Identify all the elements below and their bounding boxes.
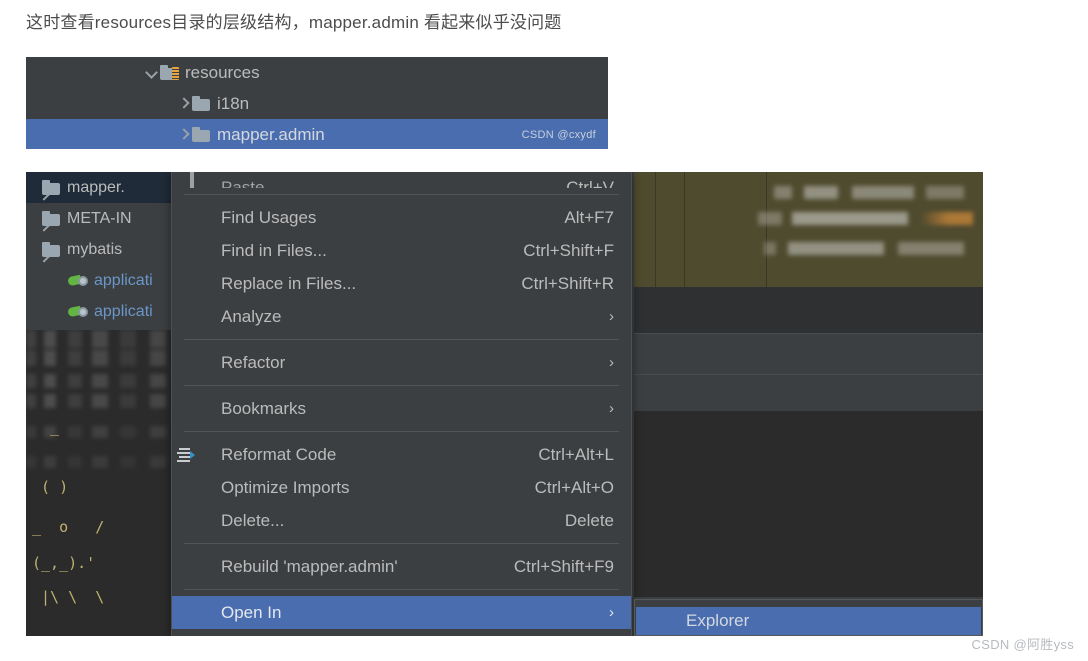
screenshot-root: 这时查看resources目录的层级结构，mapper.admin 看起来似乎没… — [0, 0, 1088, 661]
console-ascii-line-4: (_,_).' — [32, 554, 96, 572]
reformat-code-icon — [177, 447, 208, 462]
context-menu[interactable]: Paste Ctrl+V Find Usages Alt+F7 Find in … — [171, 172, 632, 636]
menu-item-find-in-files[interactable]: Find in Files... Ctrl+Shift+F — [172, 234, 631, 267]
menu-item-open-in[interactable]: Open In › — [172, 596, 631, 629]
chevron-down-icon[interactable] — [144, 65, 160, 81]
menu-item-find-usages[interactable]: Find Usages Alt+F7 — [172, 201, 631, 234]
menu-item-bookmarks[interactable]: Bookmarks › — [172, 392, 631, 425]
folder-icon — [42, 242, 60, 257]
project-item-label: META-IN — [67, 209, 132, 227]
tree-item-label: mapper.admin — [217, 124, 325, 144]
menu-item-refactor[interactable]: Refactor › — [172, 346, 631, 379]
folder-icon — [42, 211, 60, 226]
menu-item-label: Delete... — [221, 510, 285, 530]
page-caption: 这时查看resources目录的层级结构，mapper.admin 看起来似乎没… — [26, 13, 562, 32]
watermark-bottom: CSDN @阿胜yss — [971, 637, 1074, 652]
editor-right-pane — [634, 172, 983, 636]
tree-row-mapper-admin[interactable]: mapper.admin CSDN @cxydf — [26, 119, 608, 149]
menu-item-optimize-imports[interactable]: Optimize Imports Ctrl+Alt+O — [172, 471, 631, 504]
folder-icon — [42, 180, 60, 195]
menu-item-label: Bookmarks — [221, 398, 307, 418]
menu-item-accelerator: Ctrl+Alt+L — [538, 444, 614, 464]
menu-item-label: Optimize Imports — [221, 477, 350, 497]
tree-item-label: resources — [185, 62, 260, 82]
menu-item-rebuild-module[interactable]: Rebuild 'mapper.admin' Ctrl+Shift+F9 — [172, 550, 631, 583]
chevron-right-icon: › — [609, 354, 614, 371]
chevron-right-icon: › — [609, 308, 614, 325]
menu-item-label: Analyze — [221, 306, 282, 326]
tree-row-i18n[interactable]: i18n — [26, 88, 608, 119]
menu-item-accelerator: Delete — [564, 510, 614, 530]
menu-item-analyze[interactable]: Analyze › — [172, 300, 631, 333]
menu-item-label: Find in Files... — [221, 240, 327, 260]
chevron-right-icon: › — [609, 604, 614, 621]
console-ascii-line-2: ( ) — [32, 478, 69, 496]
menu-separator — [184, 589, 619, 590]
menu-item-label: Rebuild 'mapper.admin' — [221, 556, 398, 576]
menu-item-accelerator: Ctrl+V — [566, 178, 614, 188]
menu-item-accelerator: Ctrl+Shift+F9 — [513, 556, 614, 576]
menu-item-label: Refactor — [221, 352, 286, 372]
resources-folder-icon — [160, 65, 179, 80]
project-row-application-2[interactable]: applicati — [26, 296, 171, 327]
project-row-application-1[interactable]: applicati — [26, 265, 171, 296]
watermark-tree: CSDN @cxydf — [521, 128, 596, 141]
console-ascii-line-5: |\ \ \ — [32, 588, 105, 606]
menu-item-label: Paste — [221, 178, 265, 188]
submenu-item-explorer[interactable]: Explorer — [636, 607, 981, 635]
project-row-meta-inf[interactable]: META-IN — [26, 203, 171, 234]
project-tree-panel: mapper. META-IN mybatis applicati applic… — [26, 172, 171, 636]
blurred-console-output: _ ( ) _ o / (_,_).' |\ \ \ — [26, 330, 171, 636]
project-item-label: mybatis — [67, 240, 123, 258]
menu-item-label: Find Usages — [221, 207, 317, 227]
menu-item-delete[interactable]: Delete... Delete — [172, 504, 631, 537]
spring-config-icon — [67, 304, 88, 320]
menu-item-label: Open In — [221, 602, 282, 622]
menu-item-label: Reformat Code — [221, 444, 337, 464]
chevron-right-icon: › — [609, 400, 614, 417]
chevron-right-icon[interactable] — [176, 96, 192, 112]
spring-config-icon — [67, 273, 88, 289]
menu-item-accelerator: Ctrl+Shift+R — [521, 273, 614, 293]
console-ascii-line-3: _ o / — [32, 518, 105, 536]
menu-separator — [184, 385, 619, 386]
menu-separator — [184, 339, 619, 340]
menu-item-paste[interactable]: Paste Ctrl+V — [172, 172, 631, 188]
menu-separator — [184, 543, 619, 544]
resources-tree-screenshot: resources i18n mapper.admin CSDN @cxydf — [26, 57, 608, 149]
project-row-mapper[interactable]: mapper. — [26, 172, 171, 203]
menu-item-label: Replace in Files... — [221, 273, 357, 293]
console-ascii-line-1: _ — [32, 418, 60, 436]
menu-separator — [184, 431, 619, 432]
folder-icon — [192, 96, 210, 111]
menu-item-accelerator: Ctrl+Alt+O — [534, 477, 614, 497]
menu-item-accelerator: Alt+F7 — [564, 207, 614, 227]
tree-item-label: i18n — [217, 93, 250, 113]
menu-item-reformat-code[interactable]: Reformat Code Ctrl+Alt+L — [172, 438, 631, 471]
submenu-item-label: Explorer — [686, 611, 750, 630]
project-item-label: mapper. — [67, 178, 125, 196]
menu-item-replace-in-files[interactable]: Replace in Files... Ctrl+Shift+R — [172, 267, 631, 300]
chevron-right-icon[interactable] — [176, 127, 192, 143]
project-item-label: applicati — [94, 271, 153, 289]
paste-icon — [190, 172, 208, 188]
open-in-submenu[interactable]: Explorer — [634, 599, 983, 636]
project-row-mybatis[interactable]: mybatis — [26, 234, 171, 265]
menu-separator — [184, 194, 619, 195]
project-item-label: applicati — [94, 302, 153, 320]
ide-screenshot: mapper. META-IN mybatis applicati applic… — [26, 172, 983, 636]
blurred-tooltip-panel — [634, 172, 983, 287]
folder-icon — [192, 127, 210, 142]
menu-item-accelerator: Ctrl+Shift+F — [523, 240, 614, 260]
tree-row-resources[interactable]: resources — [26, 57, 608, 88]
